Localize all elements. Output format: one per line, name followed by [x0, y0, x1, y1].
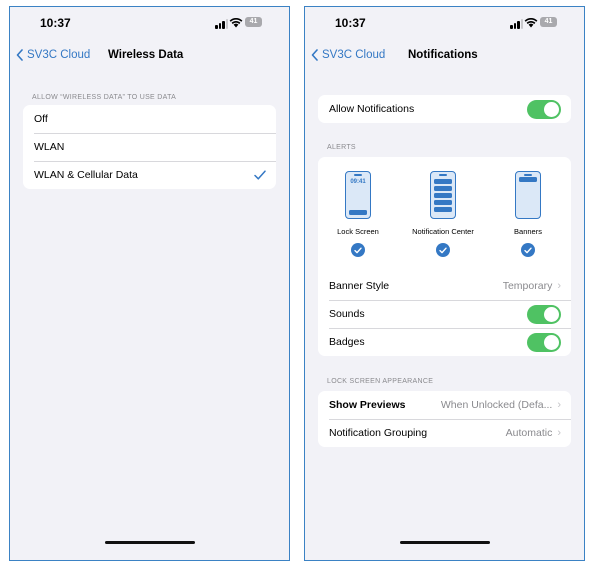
notification-center-preview-icon	[430, 171, 456, 219]
preview-time: 09:41	[350, 179, 366, 185]
option-label: WLAN	[34, 141, 65, 153]
show-previews-value: When Unlocked (Defa...	[440, 399, 553, 411]
back-label: SV3C Cloud	[322, 49, 386, 61]
section-header-data-usage: ALLOW “WIRELESS DATA” TO USE DATA	[32, 94, 177, 101]
notification-grouping-row[interactable]: Notification Grouping Automatic ›	[318, 419, 571, 447]
wifi-icon	[229, 18, 243, 28]
status-time: 10:37	[335, 16, 366, 30]
banner-style-label: Banner Style	[329, 280, 390, 292]
status-time: 10:37	[40, 16, 71, 30]
checkmark-icon	[521, 243, 535, 257]
page-title: Notifications	[408, 49, 478, 61]
checkmark-icon	[436, 243, 450, 257]
phone-notifications: 10:37 41 SV3C Cloud Notifications Allow …	[304, 6, 585, 561]
nav-bar: SV3C Cloud Wireless Data	[10, 45, 289, 67]
allow-notifications-toggle[interactable]	[527, 99, 561, 119]
allow-notifications-row: Allow Notifications	[318, 95, 571, 123]
alerts-group: 09:41 Lock Screen Notification Center Ba…	[318, 157, 571, 356]
option-wlan-cellular[interactable]: WLAN & Cellular Data	[23, 161, 276, 189]
page-title: Wireless Data	[108, 49, 184, 61]
status-bar: 10:37 41	[305, 7, 584, 37]
banner-style-row[interactable]: Banner Style Temporary ›	[318, 272, 571, 300]
alert-option-banners[interactable]: Banners	[483, 171, 571, 257]
badges-label: Badges	[329, 336, 365, 348]
show-previews-row[interactable]: Show Previews When Unlocked (Defa... ›	[318, 391, 571, 419]
sounds-row: Sounds	[318, 300, 571, 328]
option-label: Off	[34, 113, 48, 125]
allow-notifications-label: Allow Notifications	[329, 103, 415, 115]
battery-icon: 41	[245, 17, 262, 27]
chevron-right-icon: ›	[557, 399, 561, 411]
alert-option-label: Lock Screen	[337, 227, 379, 236]
sounds-toggle[interactable]	[527, 304, 561, 324]
back-label: SV3C Cloud	[27, 49, 91, 61]
checkmark-icon	[254, 170, 266, 180]
chevron-left-icon	[16, 49, 23, 61]
badges-row: Badges	[318, 328, 571, 356]
back-button[interactable]: SV3C Cloud	[311, 49, 385, 61]
allow-notifications-group: Allow Notifications	[318, 95, 571, 123]
banner-style-value: Temporary	[502, 280, 553, 292]
back-button[interactable]: SV3C Cloud	[16, 49, 90, 61]
checkmark-icon	[351, 243, 365, 257]
notification-grouping-value: Automatic	[505, 427, 553, 439]
chevron-right-icon: ›	[557, 427, 561, 439]
status-icons: 41	[510, 17, 557, 29]
show-previews-label: Show Previews	[329, 399, 406, 411]
section-header-alerts: ALERTS	[327, 144, 356, 151]
lock-screen-appearance-group: Show Previews When Unlocked (Defa... › N…	[318, 391, 571, 447]
badges-toggle[interactable]	[527, 332, 561, 352]
wifi-icon	[524, 18, 538, 28]
status-bar: 10:37 41	[10, 7, 289, 37]
data-options-list: Off WLAN WLAN & Cellular Data	[23, 105, 276, 189]
home-indicator[interactable]	[104, 540, 195, 544]
alert-option-label: Notification Center	[412, 227, 474, 236]
nav-bar: SV3C Cloud Notifications	[305, 45, 584, 67]
notification-grouping-label: Notification Grouping	[329, 427, 428, 439]
sounds-label: Sounds	[329, 308, 365, 320]
phone-wireless-data: 10:37 41 SV3C Cloud Wireless Data ALLOW …	[9, 6, 290, 561]
option-label: WLAN & Cellular Data	[34, 169, 138, 181]
battery-icon: 41	[540, 17, 557, 27]
status-icons: 41	[215, 17, 262, 29]
chevron-right-icon: ›	[557, 280, 561, 292]
banners-preview-icon	[515, 171, 541, 219]
chevron-left-icon	[311, 49, 318, 61]
alert-option-notification-center[interactable]: Notification Center	[398, 171, 488, 257]
option-wlan[interactable]: WLAN	[23, 133, 276, 161]
lock-screen-preview-icon: 09:41	[345, 171, 371, 219]
alert-option-lock-screen[interactable]: 09:41 Lock Screen	[318, 171, 403, 257]
home-indicator[interactable]	[399, 540, 490, 544]
alert-option-label: Banners	[514, 227, 542, 236]
option-off[interactable]: Off	[23, 105, 276, 133]
section-header-lock-screen-appearance: LOCK SCREEN APPEARANCE	[327, 378, 434, 385]
alert-style-picker: 09:41 Lock Screen Notification Center Ba…	[318, 157, 571, 272]
